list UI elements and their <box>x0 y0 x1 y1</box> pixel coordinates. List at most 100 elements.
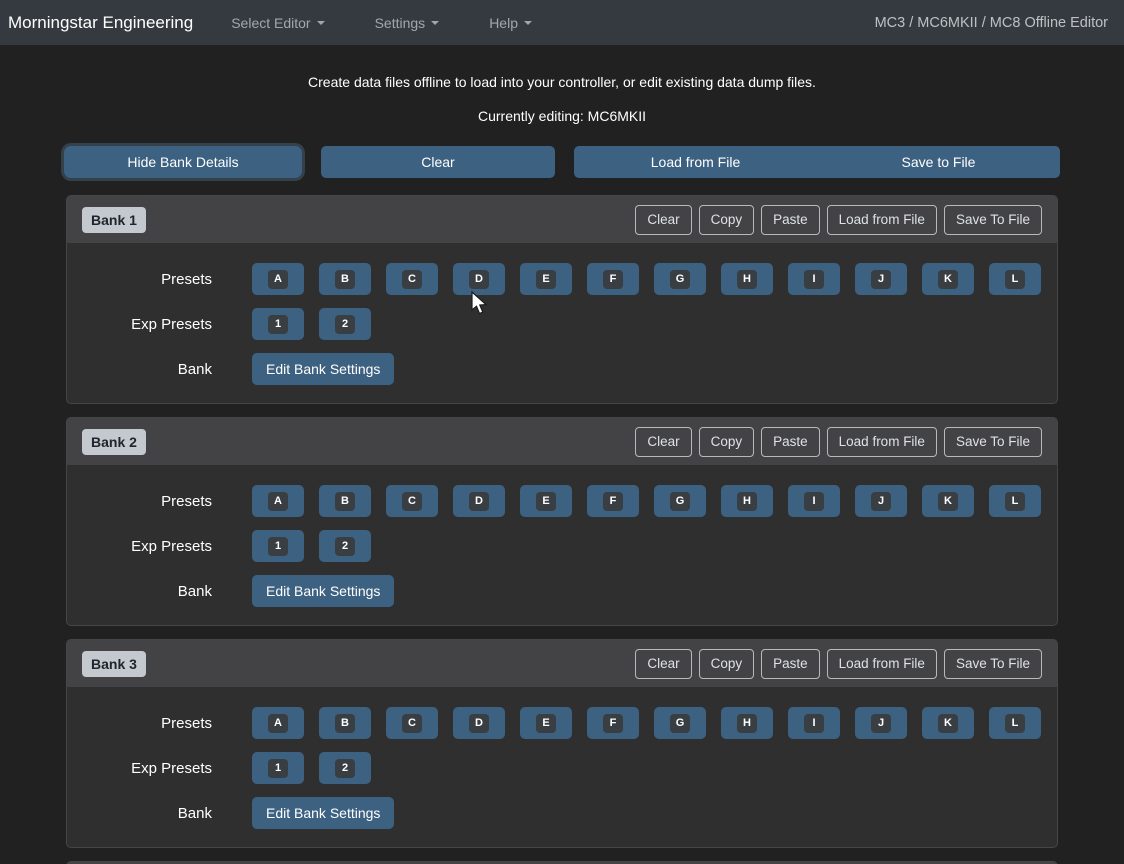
preset-button[interactable]: K <box>922 263 974 295</box>
preset-button[interactable]: E <box>520 485 572 517</box>
bank-action-button[interactable]: Paste <box>761 205 820 235</box>
preset-button[interactable]: A <box>252 263 304 295</box>
exp-presets-label: Exp Presets <box>67 538 212 555</box>
bank-action-button[interactable]: Save To File <box>944 649 1042 679</box>
preset-button[interactable]: L <box>989 263 1041 295</box>
preset-button[interactable]: C <box>386 707 438 739</box>
preset-button[interactable]: H <box>721 263 773 295</box>
preset-button[interactable]: L <box>989 485 1041 517</box>
bank-settings-row: Bank Edit Bank Settings <box>67 353 1057 385</box>
preset-key-badge: L <box>1005 270 1025 289</box>
exp-presets-row: Exp Presets 12 <box>67 308 1057 340</box>
preset-button[interactable]: 1 <box>252 530 304 562</box>
bank-action-button[interactable]: Clear <box>635 649 691 679</box>
edit-bank-settings-button[interactable]: Edit Bank Settings <box>252 575 394 607</box>
clear-all-button[interactable]: Clear <box>321 146 555 178</box>
bank-action-button[interactable]: Load from File <box>827 205 937 235</box>
bank-panel: Bank 2 Clear CopyPasteLoad from FileSave … <box>66 417 1058 626</box>
preset-button[interactable]: 2 <box>319 530 371 562</box>
preset-button[interactable]: C <box>386 263 438 295</box>
nav-settings[interactable]: Settings <box>361 7 454 39</box>
preset-key-badge: L <box>1005 714 1025 733</box>
preset-button[interactable]: F <box>587 263 639 295</box>
presets-row: Presets ABCDEFGHIJKL <box>67 707 1057 739</box>
preset-button[interactable]: F <box>587 707 639 739</box>
preset-button[interactable]: H <box>721 485 773 517</box>
preset-key-badge: H <box>737 714 757 733</box>
save-to-file-button[interactable]: Save to File <box>817 146 1060 178</box>
preset-button[interactable]: I <box>788 263 840 295</box>
nav-help-label: Help <box>489 15 518 31</box>
brand-title[interactable]: Morningstar Engineering <box>8 13 193 33</box>
preset-button[interactable]: K <box>922 485 974 517</box>
nav-select-editor[interactable]: Select Editor <box>217 7 338 39</box>
preset-button[interactable]: I <box>788 485 840 517</box>
bank-action-button[interactable]: Clear <box>635 427 691 457</box>
nav-select-editor-label: Select Editor <box>231 15 310 31</box>
preset-button[interactable]: 1 <box>252 752 304 784</box>
bank-action-button[interactable]: Paste <box>761 649 820 679</box>
load-save-group: Load from File Save to File <box>574 146 1060 178</box>
preset-key-badge: K <box>938 492 958 511</box>
preset-button[interactable]: 2 <box>319 308 371 340</box>
preset-button[interactable]: B <box>319 707 371 739</box>
preset-button[interactable]: B <box>319 485 371 517</box>
bank-action-button[interactable]: Copy <box>699 427 755 457</box>
bank-action-button[interactable]: Load from File <box>827 649 937 679</box>
preset-button[interactable]: D <box>453 263 505 295</box>
hide-bank-details-button[interactable]: Hide Bank Details <box>64 146 302 178</box>
preset-key-badge: K <box>938 714 958 733</box>
edit-bank-settings-button[interactable]: Edit Bank Settings <box>252 353 394 385</box>
preset-button[interactable]: A <box>252 485 304 517</box>
preset-button[interactable]: A <box>252 707 304 739</box>
bank-action-button[interactable]: Load from File <box>827 427 937 457</box>
preset-button[interactable]: D <box>453 707 505 739</box>
nav-help[interactable]: Help <box>475 7 546 39</box>
bank-badge: Bank 2 <box>82 429 146 455</box>
bank-settings-row: Bank Edit Bank Settings <box>67 797 1057 829</box>
bank-action-button[interactable]: Clear <box>635 205 691 235</box>
preset-button[interactable]: E <box>520 263 572 295</box>
edit-bank-settings-button[interactable]: Edit Bank Settings <box>252 797 394 829</box>
exp-preset-buttons: 12 <box>252 530 371 562</box>
bank-action-button[interactable]: Copy <box>699 205 755 235</box>
preset-button[interactable]: E <box>520 707 572 739</box>
preset-key-badge: D <box>469 270 489 289</box>
bank-actions: Clear CopyPasteLoad from FileSave To File <box>635 649 1042 679</box>
preset-button[interactable]: J <box>855 263 907 295</box>
preset-button[interactable]: L <box>989 707 1041 739</box>
preset-key-badge: C <box>402 714 422 733</box>
preset-key-badge: A <box>268 270 288 289</box>
preset-button[interactable]: J <box>855 707 907 739</box>
bank-action-button[interactable]: Paste <box>761 427 820 457</box>
preset-button[interactable]: D <box>453 485 505 517</box>
bank-label: Bank <box>67 583 212 600</box>
preset-button[interactable]: G <box>654 707 706 739</box>
preset-button[interactable]: F <box>587 485 639 517</box>
preset-button[interactable]: B <box>319 263 371 295</box>
bank-label: Bank <box>67 361 212 378</box>
bank-header: Bank 3 ClearCopyPasteLoad from FileSave … <box>67 640 1057 688</box>
preset-key-badge: L <box>1005 492 1025 511</box>
main-toolbar: Hide Bank Details Clear Load from File S… <box>64 146 1060 178</box>
preset-button[interactable]: G <box>654 263 706 295</box>
bank-action-button[interactable]: Save To File <box>944 205 1042 235</box>
preset-key-badge: A <box>268 714 288 733</box>
exp-presets-row: Exp Presets 12 <box>67 530 1057 562</box>
preset-key-badge: B <box>335 714 355 733</box>
bank-action-button[interactable]: Save To File <box>944 427 1042 457</box>
preset-button[interactable]: 2 <box>319 752 371 784</box>
preset-button[interactable]: C <box>386 485 438 517</box>
preset-button[interactable]: K <box>922 707 974 739</box>
preset-button[interactable]: 1 <box>252 308 304 340</box>
preset-button[interactable]: H <box>721 707 773 739</box>
load-from-file-button[interactable]: Load from File <box>574 146 817 178</box>
preset-key-badge: I <box>804 492 824 511</box>
preset-button[interactable]: I <box>788 707 840 739</box>
preset-button[interactable]: G <box>654 485 706 517</box>
preset-button[interactable]: J <box>855 485 907 517</box>
bank-action-button[interactable]: Copy <box>699 649 755 679</box>
preset-buttons: ABCDEFGH I J K L <box>252 485 1041 517</box>
preset-key-badge: F <box>603 714 623 733</box>
exp-presets-label: Exp Presets <box>67 316 212 333</box>
